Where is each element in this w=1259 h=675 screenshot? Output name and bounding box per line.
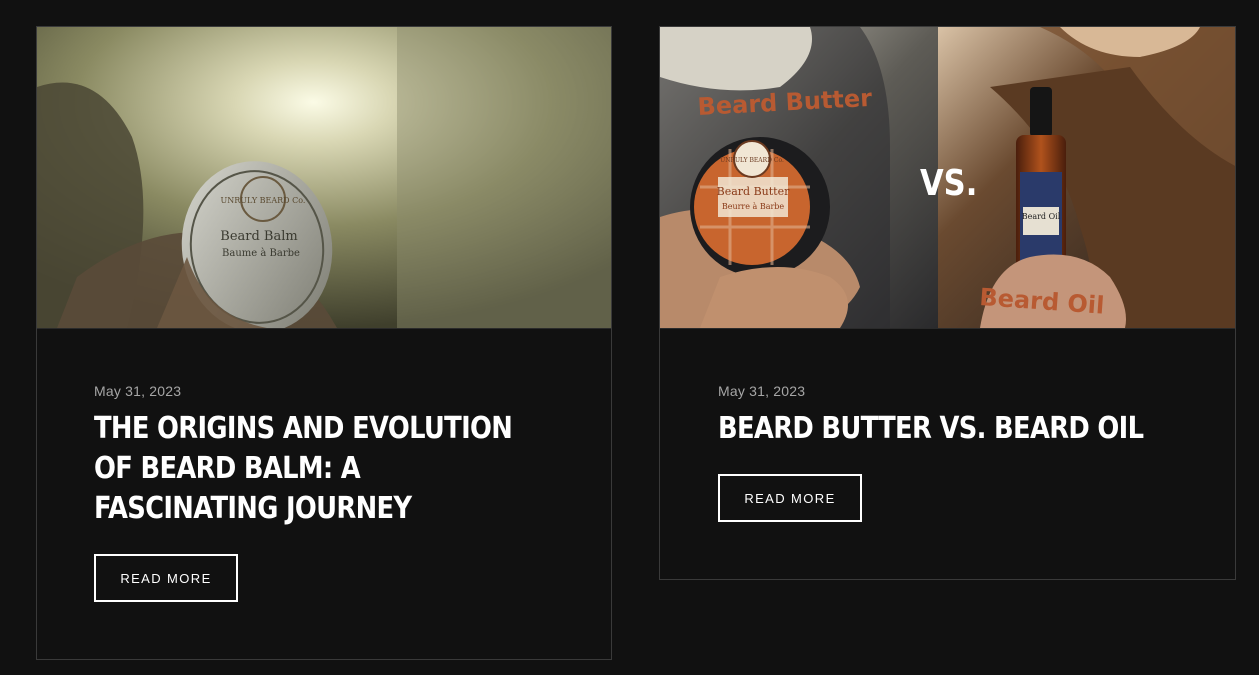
post-body: May 31, 2023 BEARD BUTTER VS. BEARD OIL (718, 382, 1195, 449)
post-title[interactable]: THE ORIGINS AND EVOLUTION OF BEARD BALM:… (94, 409, 541, 529)
read-more-button[interactable]: READ MORE (94, 554, 238, 602)
vs-text: VS. (920, 162, 977, 204)
post-date: May 31, 2023 (718, 383, 806, 399)
post-title[interactable]: BEARD BUTTER VS. BEARD OIL (718, 409, 1165, 449)
beard-balm-photo: UNRULY BEARD Co. Beard Balm Baume à Barb… (37, 27, 611, 328)
tin-label-text: Beard Butter (717, 185, 790, 198)
post-date: May 31, 2023 (94, 383, 182, 399)
post-thumbnail-beard-butter-vs-oil[interactable]: UNRULY BEARD Co. Beard Butter Beurre à B… (660, 27, 1235, 329)
tin-brand-text: UNRULY BEARD Co. (221, 196, 306, 205)
tin-sub-text: Baume à Barbe (222, 248, 300, 259)
tin-brand-text: UNRULY BEARD Co. (720, 157, 784, 164)
tin-sub-text: Beurre à Barbe (722, 202, 785, 211)
post-body: May 31, 2023 THE ORIGINS AND EVOLUTION O… (94, 382, 571, 529)
read-more-button[interactable]: READ MORE (718, 474, 862, 522)
blog-post-card: UNRULY BEARD Co. Beard Balm Baume à Barb… (36, 26, 612, 660)
post-thumbnail-beard-balm[interactable]: UNRULY BEARD Co. Beard Balm Baume à Barb… (37, 27, 611, 329)
bottle-label-text: Beard Oil (1022, 212, 1061, 221)
blog-post-card: UNRULY BEARD Co. Beard Butter Beurre à B… (659, 26, 1236, 580)
beard-butter-vs-oil-photo: UNRULY BEARD Co. Beard Butter Beurre à B… (660, 27, 1235, 328)
tin-label-text: Beard Balm (220, 229, 297, 244)
